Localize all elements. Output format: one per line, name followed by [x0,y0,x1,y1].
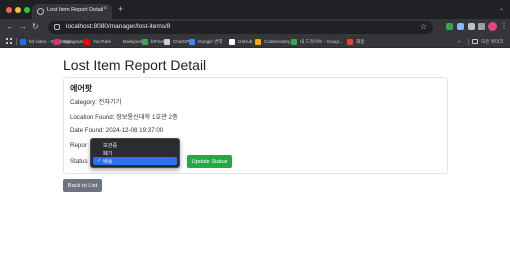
status-option-label: 폐기 [103,150,113,157]
tab-title: Lost Item Report Detail [47,7,104,13]
bookmark-item[interactable]: 해봄 [347,37,364,46]
browser-toolbar: ← → ↻ localhost:8080/manager/lost-items/… [0,19,510,36]
globe-icon [37,8,44,15]
apps-grid-icon[interactable] [6,38,12,44]
status-label: Status [70,158,88,165]
date-found-field: Date Found: 2024-12-08 19:37:00 [70,127,164,134]
bookmark-item[interactable]: Baekjoon [120,37,142,46]
new-tab-button[interactable]: + [118,4,123,14]
browser-tab[interactable]: Lost Item Report Detail × [32,4,112,19]
bookmark-favicon-icon [189,38,195,45]
report-field-label: Repor [70,142,87,149]
bookmark-label: Instagram [63,39,84,44]
back-arrow-icon[interactable]: ← [6,22,14,32]
bookmark-item[interactable]: ChatGPT [164,37,192,46]
bookmarks-divider [468,38,469,45]
bookmark-star-icon[interactable]: ☆ [420,22,427,31]
all-bookmarks-label: 모든 북마크 [481,38,504,44]
url-text[interactable]: localhost:8080/manager/lost-items/8 [66,23,170,30]
bookmarks-divider [16,38,17,45]
forward-arrow-icon[interactable]: → [19,22,27,32]
page-title: Lost Item Report Detail [63,57,207,73]
back-to-list-button[interactable]: Back to List [63,179,102,192]
bookmark-label: 내 드라이브 - Googl... [300,38,343,44]
category-field: Category: 전자기기 [70,99,122,106]
bookmark-favicon-icon [347,38,353,45]
bookmark-label: Google 번역 [198,38,223,44]
extension-puzzle-icon[interactable] [468,23,475,30]
bookmark-favicon-icon [164,38,170,45]
status-option-label: 배송 [103,158,113,165]
bookmark-item[interactable]: Colaboratory [255,37,290,46]
folder-icon [472,39,478,44]
bookmarks-overflow-button[interactable]: » [458,37,461,46]
bookmark-favicon-icon [291,38,297,45]
bookmark-item[interactable]: 내 드라이브 - Googl... [291,37,343,46]
close-tab-icon[interactable]: × [103,6,107,12]
update-status-button[interactable]: Update Status [187,155,232,168]
side-panel-icon[interactable] [478,23,485,30]
status-option[interactable]: 보관중 [93,141,177,149]
bookmark-label: 해봄 [356,38,365,44]
bookmark-item[interactable]: GitHub [229,37,252,46]
bookmark-favicon-icon [229,38,235,45]
bookmark-item[interactable]: Google 번역 [189,37,223,46]
bookmark-label: GitHub [238,39,253,44]
minimize-window-button[interactable] [15,7,21,13]
bookmarks-bar: » 모든 북마크 hd video - Symbolgy... Instagram… [0,36,510,48]
extension-shield-icon[interactable] [446,23,453,30]
bookmark-item[interactable]: Instagram [54,37,83,46]
browser-menu-icon[interactable]: ⋮ [500,21,508,31]
browser-tab-bar: Lost Item Report Detail × + ⌄ [0,0,510,19]
bookmark-item[interactable]: YouTube [84,37,111,46]
bookmark-label: Colaboratory [264,39,291,44]
maximize-window-button[interactable] [24,7,30,13]
bookmark-favicon-icon [20,38,26,45]
bookmark-favicon-icon [54,38,60,45]
item-name: 에어팟 [70,84,93,93]
tab-search-icon[interactable]: ⌄ [499,5,504,12]
bookmark-item[interactable]: bfFeers [142,37,167,46]
profile-avatar[interactable] [488,22,497,31]
status-option[interactable]: 폐기 [93,149,177,157]
status-option-label: 보관중 [103,142,118,149]
bookmark-favicon-icon [142,38,148,45]
close-window-button[interactable] [6,7,12,13]
status-dropdown-menu: 보관중 폐기 ✓ 배송 [90,138,180,168]
status-option-selected[interactable]: ✓ 배송 [93,157,177,165]
bookmark-label: Baekjoon [123,39,143,44]
all-bookmarks-button[interactable]: 모든 북마크 [472,37,503,46]
bookmark-favicon-icon [255,38,261,45]
location-field: Location Found: 정보통신대학 1호관 2층 [70,114,178,121]
bookmark-favicon-icon [84,38,90,45]
reload-icon[interactable]: ↻ [32,22,39,32]
address-bar[interactable]: localhost:8080/manager/lost-items/8 ☆ [48,21,433,34]
site-info-icon[interactable] [54,24,60,30]
bookmark-label: YouTube [93,39,112,44]
extension-translate-icon[interactable] [457,23,464,30]
